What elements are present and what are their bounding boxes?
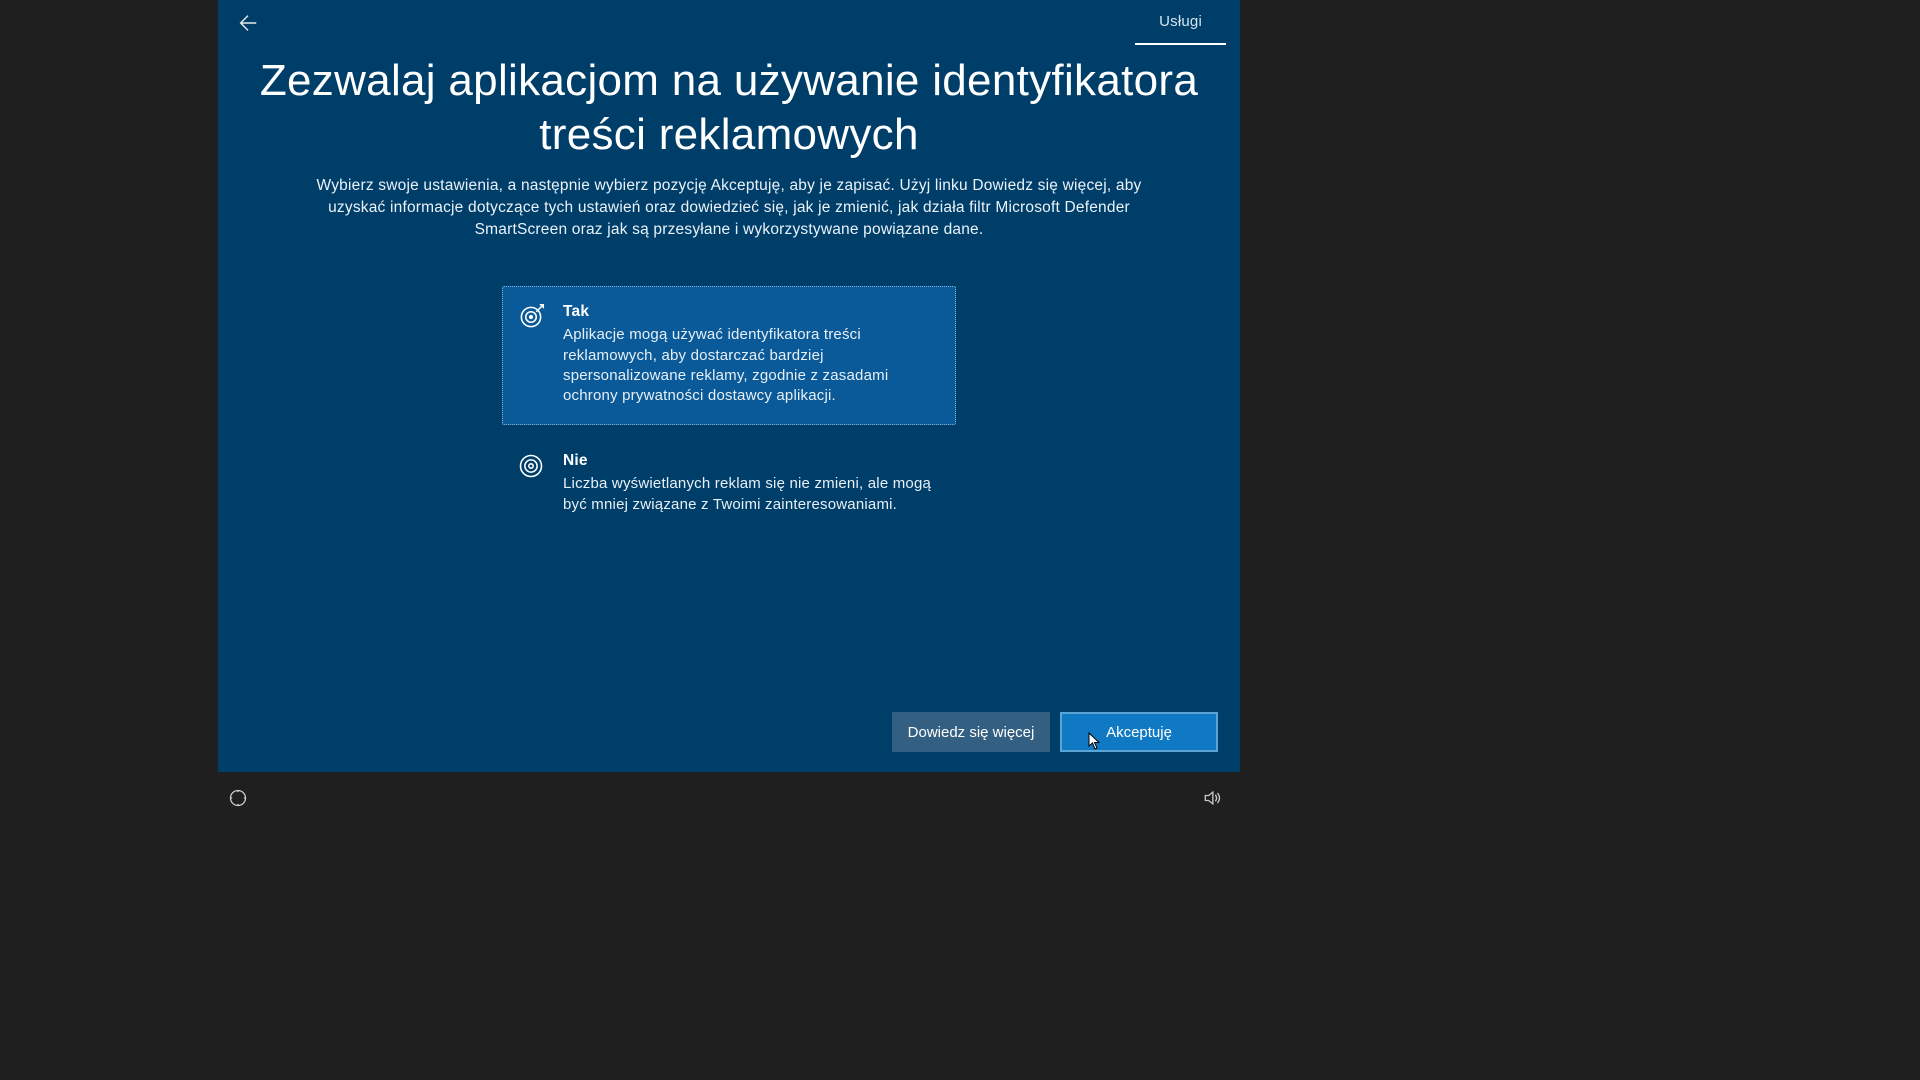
option-yes-title: Tak	[563, 303, 937, 321]
top-bar: Usługi	[218, 0, 1240, 45]
target-icon	[517, 303, 545, 406]
option-list: Tak Aplikacje mogą używać identyfikatora…	[502, 286, 956, 534]
option-yes-desc: Aplikacje mogą używać identyfikatora tre…	[563, 325, 937, 406]
ease-of-access-button[interactable]	[226, 786, 250, 810]
option-no[interactable]: Nie Liczba wyświetlanych reklam się nie …	[502, 435, 956, 534]
back-button[interactable]	[232, 7, 264, 39]
accept-button[interactable]: Akceptuję	[1060, 712, 1218, 752]
setup-stage: Usługi Zezwalaj aplikacjom na używanie i…	[218, 0, 1240, 772]
page-title: Zezwalaj aplikacjom na używanie identyfi…	[246, 54, 1212, 161]
option-yes[interactable]: Tak Aplikacje mogą używać identyfikatora…	[502, 286, 956, 425]
tab-area: Usługi	[1135, 0, 1226, 45]
circles-icon	[517, 452, 545, 515]
option-no-title: Nie	[563, 452, 937, 470]
option-no-desc: Liczba wyświetlanych reklam się nie zmie…	[563, 474, 937, 515]
speaker-icon	[1202, 788, 1222, 808]
accept-label: Akceptuję	[1106, 724, 1172, 741]
learn-more-label: Dowiedz się więcej	[908, 724, 1035, 741]
page-subtitle: Wybierz swoje ustawienia, a następnie wy…	[299, 175, 1159, 240]
tab-services[interactable]: Usługi	[1135, 0, 1226, 45]
cursor-icon	[1088, 732, 1100, 750]
footer-buttons: Dowiedz się więcej Akceptuję	[892, 712, 1218, 752]
content-area: Zezwalaj aplikacjom na używanie identyfi…	[218, 48, 1240, 712]
accessibility-icon	[228, 788, 248, 808]
sound-button[interactable]	[1200, 786, 1224, 810]
arrow-left-icon	[237, 12, 259, 34]
learn-more-button[interactable]: Dowiedz się więcej	[892, 712, 1050, 752]
tab-label: Usługi	[1159, 13, 1202, 30]
